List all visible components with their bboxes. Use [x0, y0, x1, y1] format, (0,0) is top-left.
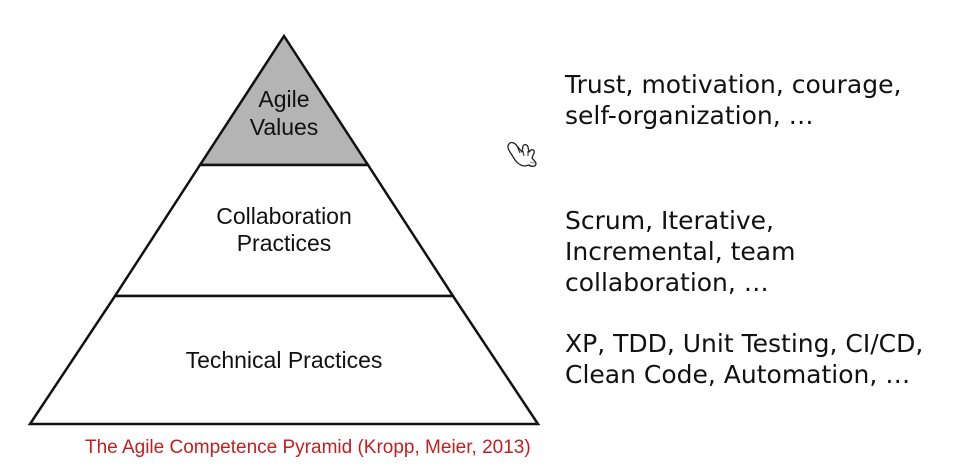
pyramid-top-label-line-1: Agile: [258, 86, 309, 112]
pointer-hand-icon: [507, 141, 537, 168]
collaboration-description-line-3: collaboration, …: [565, 268, 769, 297]
technical-description: XP, TDD, Unit Testing, CI/CD, Clean Code…: [565, 328, 923, 390]
values-description-line-1: Trust, motivation, courage,: [565, 70, 902, 99]
pyramid-middle-label-line-2: Practices: [237, 230, 332, 256]
collaboration-description-line-2: Incremental, team: [565, 237, 796, 266]
values-description-line-2: self-organization, …: [565, 101, 814, 130]
technical-description-line-2: Clean Code, Automation, …: [565, 360, 911, 389]
competence-pyramid: Agile Values Collaboration Practices Tec…: [27, 33, 541, 426]
collaboration-description: Scrum, Iterative, Incremental, team coll…: [565, 205, 795, 298]
pyramid-middle-label-line-1: Collaboration: [216, 203, 352, 229]
collaboration-description-line-1: Scrum, Iterative,: [565, 206, 775, 235]
technical-description-line-1: XP, TDD, Unit Testing, CI/CD,: [565, 329, 924, 358]
pyramid-top-label-line-2: Values: [250, 114, 319, 140]
pyramid-bottom-label: Technical Practices: [186, 347, 383, 373]
values-description: Trust, motivation, courage, self-organiz…: [565, 69, 901, 131]
pyramid-caption: The Agile Competence Pyramid (Kropp, Mei…: [85, 437, 531, 458]
